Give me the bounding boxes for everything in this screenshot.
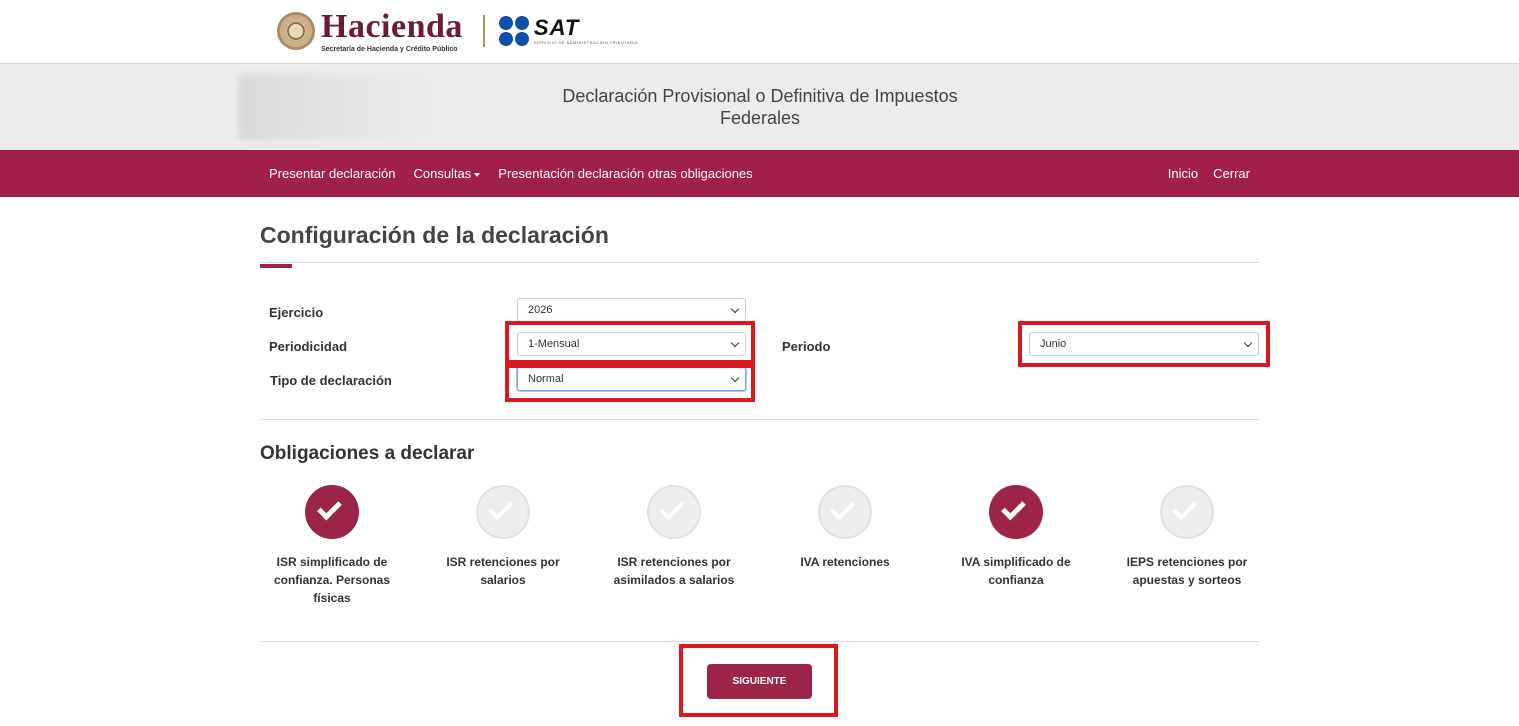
check-circle-icon xyxy=(305,485,359,539)
sat-dots-icon xyxy=(498,16,529,46)
obligacion-label: IVA retenciones xyxy=(800,555,890,569)
divider xyxy=(260,641,1259,642)
ejercicio-select[interactable]: 2026 xyxy=(517,298,746,322)
highlight-box-periodicidad xyxy=(505,321,755,364)
highlight-box-periodo xyxy=(1018,321,1270,367)
periodo-label: Periodo xyxy=(782,339,831,354)
obligacion-isr-asimilados[interactable]: ISR retenciones por asimilados a salario… xyxy=(599,485,749,589)
hacienda-logo-title: Hacienda xyxy=(321,7,463,45)
page-heading: Declaración Provisional o Definitiva de … xyxy=(562,86,958,128)
ejercicio-label: Ejercicio xyxy=(269,305,324,320)
obligacion-label: ISR retenciones por salarios xyxy=(446,555,560,587)
highlight-box-siguiente xyxy=(679,644,838,717)
ejercicio-value: 2026 xyxy=(528,304,553,316)
divider xyxy=(260,262,1259,263)
obligacion-ieps-apuestas[interactable]: IEPS retenciones por apuestas y sorteos xyxy=(1112,485,1262,589)
title-accent-bar xyxy=(260,264,292,268)
periodicidad-label: Periodicidad xyxy=(269,339,348,354)
sat-logo: SAT SERVICIO DE ADMINISTRACIÓN TRIBUTARI… xyxy=(534,17,638,45)
sat-logo-subtitle: SERVICIO DE ADMINISTRACIÓN TRIBUTARIA xyxy=(533,40,639,45)
obligacion-iva-simplificado[interactable]: IVA simplificado de confianza xyxy=(941,485,1091,589)
nav-presentar-declaracion[interactable]: Presentar declaración xyxy=(269,166,395,181)
obligacion-iva-retenciones[interactable]: IVA retenciones xyxy=(770,485,920,571)
check-circle-icon xyxy=(647,485,701,539)
blurred-user-info xyxy=(238,74,450,140)
obligacion-label: IEPS retenciones por apuestas y sorteos xyxy=(1126,555,1248,587)
obligacion-isr-simplificado[interactable]: ISR simplificado de confianza. Personas … xyxy=(257,485,407,607)
title-band: Declaración Provisional o Definitiva de … xyxy=(0,64,1519,150)
check-circle-icon xyxy=(1160,485,1214,539)
section-title: Configuración de la declaración xyxy=(260,222,609,248)
hacienda-logo: Hacienda Secretaría de Hacienda y Crédit… xyxy=(321,7,463,53)
nav-consultas-label: Consultas xyxy=(413,166,472,181)
obligacion-label: ISR simplificado de confianza. Personas … xyxy=(273,555,391,605)
check-circle-icon xyxy=(476,485,530,539)
obligacion-label: ISR retenciones por asimilados a salario… xyxy=(613,555,735,587)
divider xyxy=(260,419,1259,420)
hacienda-logo-subtitle: Secretaría de Hacienda y Crédito Público xyxy=(321,45,458,53)
highlight-box-tipo xyxy=(505,364,755,402)
hacienda-sat-logo: Hacienda Secretaría de Hacienda y Crédit… xyxy=(277,9,638,53)
tipo-declaracion-label: Tipo de declaración xyxy=(270,373,392,388)
obligacion-label: IVA simplificado de confianza xyxy=(961,555,1071,587)
obligaciones-title: Obligaciones a declarar xyxy=(260,443,475,464)
top-header: Hacienda Secretaría de Hacienda y Crédit… xyxy=(0,0,1519,64)
nav-consultas[interactable]: Consultas xyxy=(413,166,481,181)
nav-inicio[interactable]: Inicio xyxy=(1168,166,1198,181)
nav-otras-obligaciones[interactable]: Presentación declaración otras obligacio… xyxy=(498,166,752,181)
main-navbar: Presentar declaración Consultas Presenta… xyxy=(0,150,1519,197)
check-circle-icon xyxy=(818,485,872,539)
check-circle-icon xyxy=(989,485,1043,539)
sat-logo-title: SAT xyxy=(533,15,580,40)
national-seal-icon xyxy=(277,12,315,50)
chevron-down-icon xyxy=(730,304,740,314)
logo-divider xyxy=(482,15,485,47)
nav-cerrar[interactable]: Cerrar xyxy=(1213,166,1250,181)
obligacion-isr-salarios[interactable]: ISR retenciones por salarios xyxy=(428,485,578,589)
caret-down-icon xyxy=(474,172,481,177)
